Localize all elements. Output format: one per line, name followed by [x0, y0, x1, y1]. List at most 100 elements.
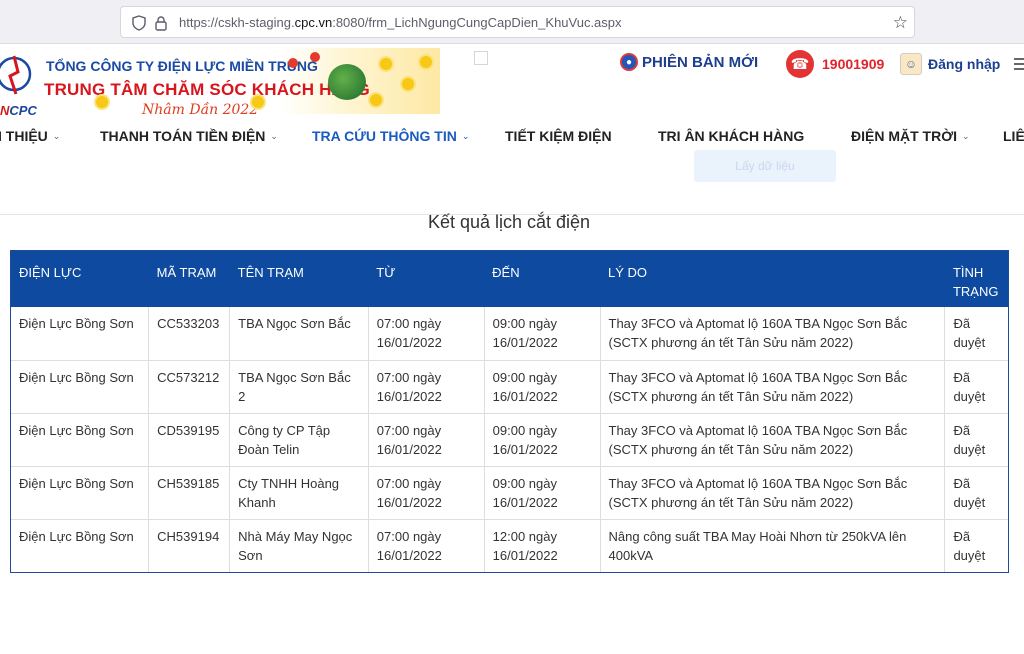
- blossom-icon: [96, 96, 108, 108]
- nav-label: TIẾT KIỆM ĐIỆN: [505, 128, 612, 144]
- cell-ly-do: Thay 3FCO và Aptomat lộ 160A TBA Ngọc Sơ…: [600, 307, 946, 361]
- blossom-icon: [402, 78, 414, 90]
- phone-icon: ☎: [786, 50, 814, 78]
- site-header: NCPC TỔNG CÔNG TY ĐIỆN LỰC MIỀN TRUNG TR…: [0, 44, 1024, 118]
- cell-ma-tram: CH539194: [148, 519, 231, 572]
- table-row: Điện Lực Bồng Sơn CH539185 Cty TNHH Hoàn…: [11, 466, 1008, 520]
- outage-table-container: ĐIỆN LỰC MÃ TRẠM TÊN TRẠM TỪ ĐẾN LÝ DO T…: [10, 250, 1009, 573]
- table-row: Điện Lực Bồng Sơn CD539195 Công ty CP Tậ…: [11, 413, 1008, 467]
- star-icon[interactable]: ☆: [893, 13, 908, 33]
- chevron-down-icon: ⌄: [962, 131, 970, 141]
- evn-logo-icon[interactable]: [0, 52, 40, 100]
- blossom-icon: [420, 56, 432, 68]
- cell-dien-luc: Điện Lực Bồng Sơn: [11, 466, 150, 520]
- login-label: Đăng nhập: [928, 56, 1001, 72]
- table-row: Điện Lực Bồng Sơn CH539194 Nhà Máy May N…: [11, 519, 1008, 572]
- center-name: TRUNG TÂM CHĂM SÓC KHÁCH HÀNG: [44, 80, 370, 99]
- browser-toolbar: https://cskh-staging.cpc.vn:8080/frm_Lic…: [0, 0, 1024, 44]
- cell-dien-luc: Điện Lực Bồng Sơn: [11, 307, 150, 361]
- cell-dien-luc: Điện Lực Bồng Sơn: [11, 519, 150, 572]
- url-suffix: :8080/frm_LichNgungCungCapDien_KhuVuc.as…: [332, 15, 622, 30]
- nav-label: LIÊ: [1003, 128, 1024, 144]
- column-header: TỪ: [368, 251, 485, 307]
- new-version-label: PHIÊN BẢN MỚI: [642, 53, 759, 71]
- chevron-down-icon: ⌄: [461, 131, 470, 141]
- url-prefix: https://cskh-staging.: [179, 15, 295, 30]
- cell-tinh-trang: Đã duyệt: [944, 360, 1008, 414]
- menu-icon[interactable]: [1014, 58, 1024, 70]
- nav-label: I THIỆU: [0, 128, 48, 144]
- cell-tu: 07:00 ngày 16/01/2022: [368, 307, 485, 361]
- main-nav: I THIỆU ⌄ THANH TOÁN TIỀN ĐIỆN ⌄ TRA CỨU T…: [0, 114, 1024, 158]
- cell-ly-do: Thay 3FCO và Aptomat lộ 160A TBA Ngọc Sơ…: [600, 413, 946, 467]
- cell-ma-tram: CD539195: [148, 413, 231, 467]
- column-header: TÊN TRẠM: [229, 251, 369, 307]
- cell-ten-tram: TBA Ngọc Sơn Bắc 2: [229, 360, 369, 414]
- address-bar[interactable]: https://cskh-staging.cpc.vn:8080/frm_Lic…: [120, 6, 915, 38]
- outage-table: ĐIỆN LỰC MÃ TRẠM TÊN TRẠM TỪ ĐẾN LÝ DO T…: [11, 251, 1008, 572]
- nav-item-tiet-kiem[interactable]: TIẾT KIỆM ĐIỆN: [505, 128, 612, 144]
- nav-label: TRA CỨU THÔNG TIN: [312, 128, 457, 144]
- cell-den: 09:00 ngày 16/01/2022: [484, 413, 601, 467]
- nav-item-dien-mat-troi[interactable]: ĐIỆN MẶT TRỜI ⌄: [851, 128, 970, 144]
- nav-item-tri-an[interactable]: TRI ÂN KHÁCH HÀNG: [658, 128, 804, 144]
- cell-ly-do: Thay 3FCO và Aptomat lộ 160A TBA Ngọc Sơ…: [600, 360, 946, 414]
- cell-ly-do: Thay 3FCO và Aptomat lộ 160A TBA Ngọc Sơ…: [600, 466, 946, 520]
- flower-icon: [310, 52, 320, 62]
- corp-name: TỔNG CÔNG TY ĐIỆN LỰC MIỀN TRUNG: [46, 58, 318, 74]
- cell-tu: 07:00 ngày 16/01/2022: [368, 413, 485, 467]
- nav-item-thanh-toan[interactable]: THANH TOÁN TIỀN ĐIỆN ⌄: [100, 128, 278, 144]
- avatar-icon: ☺: [900, 53, 922, 75]
- cell-ma-tram: CH539185: [148, 466, 231, 520]
- blossom-icon: [252, 96, 264, 108]
- cell-ten-tram: Cty TNHH Hoàng Khanh: [229, 466, 369, 520]
- blossom-icon: [370, 94, 382, 106]
- cell-den: 09:00 ngày 16/01/2022: [484, 307, 601, 361]
- url-text[interactable]: https://cskh-staging.cpc.vn:8080/frm_Lic…: [179, 15, 622, 30]
- cell-tinh-trang: Đã duyệt: [944, 466, 1008, 520]
- nav-label: TRI ÂN KHÁCH HÀNG: [658, 128, 805, 144]
- nav-label: ĐIỆN MẶT TRỜI: [851, 128, 958, 144]
- get-data-button[interactable]: Lấy dữ liệu: [694, 150, 836, 182]
- cell-tu: 07:00 ngày 16/01/2022: [368, 466, 485, 520]
- calendar-icon: [474, 51, 488, 65]
- hotline[interactable]: ☎ 19001909: [786, 50, 884, 78]
- url-host: cpc.vn: [294, 15, 333, 30]
- nav-item-lien-he[interactable]: LIÊ: [1003, 128, 1024, 144]
- table-row: Điện Lực Bồng Sơn CC533203 TBA Ngọc Sơn …: [11, 307, 1008, 361]
- chevron-down-icon: ⌄: [270, 131, 278, 141]
- header-banner[interactable]: TỔNG CÔNG TY ĐIỆN LỰC MIỀN TRUNG TRUNG T…: [40, 48, 440, 118]
- login-link[interactable]: ☺ Đăng nhập: [900, 53, 1000, 75]
- flower-icon: [288, 58, 298, 68]
- cell-den: 09:00 ngày 16/01/2022: [484, 360, 601, 414]
- cell-tinh-trang: Đã duyệt: [944, 413, 1008, 467]
- globe-icon: ●: [620, 53, 638, 71]
- chevron-down-icon: ⌄: [52, 131, 61, 141]
- lock-icon[interactable]: [153, 15, 169, 31]
- column-header: ĐIỆN LỰC: [11, 251, 149, 307]
- cell-ten-tram: TBA Ngọc Sơn Bắc: [229, 307, 369, 361]
- shield-icon[interactable]: [131, 15, 147, 31]
- cell-tu: 07:00 ngày 16/01/2022: [368, 360, 485, 414]
- nav-item-tra-cuu[interactable]: TRA CỨU THÔNG TIN ⌄: [312, 128, 469, 144]
- nav-label: THANH TOÁN TIỀN ĐIỆN: [100, 128, 266, 144]
- cell-ma-tram: CC573212: [148, 360, 231, 414]
- table-header-row: ĐIỆN LỰC MÃ TRẠM TÊN TRẠM TỪ ĐẾN LÝ DO T…: [11, 251, 1008, 307]
- hotline-number: 19001909: [822, 56, 885, 72]
- column-header: ĐẾN: [484, 251, 601, 307]
- cell-ten-tram: Công ty CP Tập Đoàn Telin: [229, 413, 369, 467]
- column-header: MÃ TRẠM: [148, 251, 230, 307]
- column-header: TÌNH TRẠNG: [944, 251, 1008, 307]
- column-header: LÝ DO: [600, 251, 945, 307]
- cell-ma-tram: CC533203: [148, 307, 231, 361]
- cell-dien-luc: Điện Lực Bồng Sơn: [11, 360, 150, 414]
- table-row: Điện Lực Bồng Sơn CC573212 TBA Ngọc Sơn …: [11, 360, 1008, 414]
- cell-ly-do: Nâng công suất TBA May Hoài Nhơn từ 250k…: [600, 519, 946, 572]
- cell-tu: 07:00 ngày 16/01/2022: [368, 519, 485, 572]
- nav-item-gioi-thieu[interactable]: I THIỆU ⌄: [0, 128, 60, 144]
- new-version-link[interactable]: ● PHIÊN BẢN MỚI: [620, 52, 758, 72]
- cell-tinh-trang: Đã duyệt: [944, 307, 1008, 361]
- cell-ten-tram: Nhà Máy May Ngọc Sơn: [229, 519, 369, 572]
- blossom-icon: [380, 58, 392, 70]
- watermelon-icon: [328, 64, 366, 100]
